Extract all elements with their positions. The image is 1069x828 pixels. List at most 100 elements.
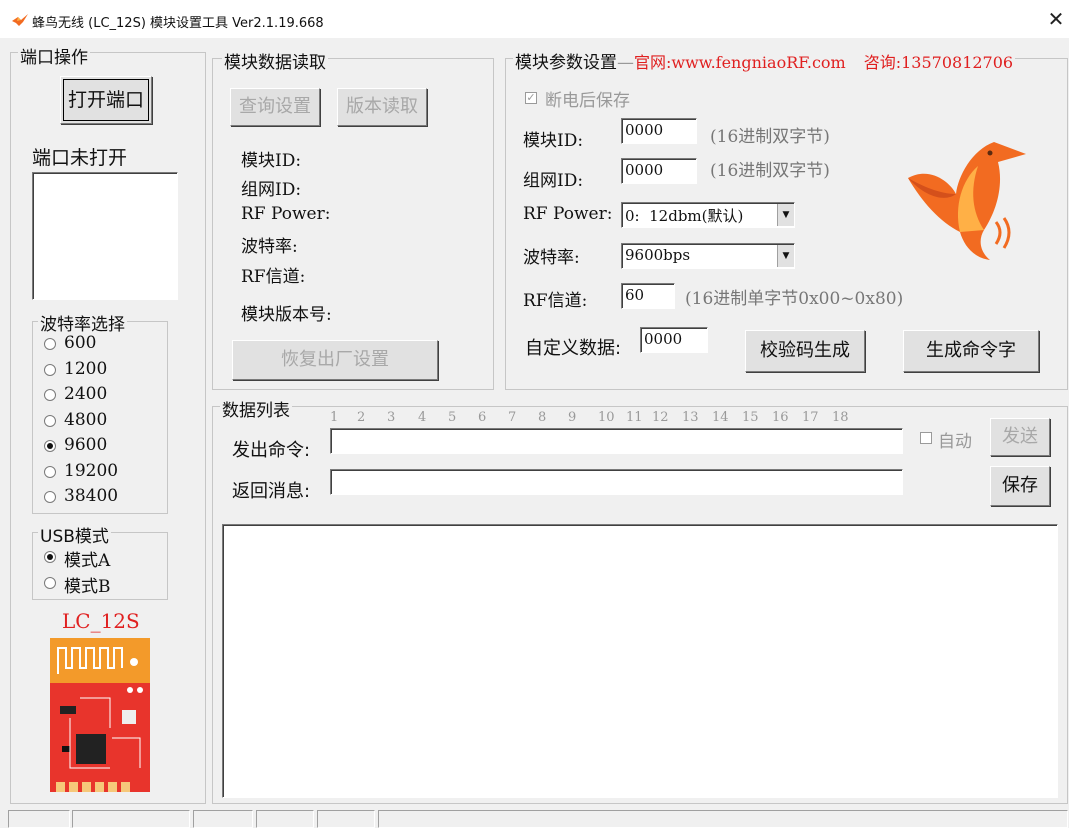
- baud-value: 9600bps: [625, 246, 691, 264]
- baud-radio-9600[interactable]: [44, 440, 56, 452]
- read-version-label: 模块版本号:: [241, 305, 332, 325]
- baud-option-label: 2400: [64, 384, 108, 404]
- data-log-area[interactable]: [222, 524, 1058, 798]
- usb-mode-label: 模式B: [64, 577, 111, 597]
- hummingbird-logo: [908, 142, 1026, 260]
- module-id-input[interactable]: 0000: [621, 118, 697, 144]
- baud-group-legend: 波特率选择: [38, 310, 127, 335]
- send-button[interactable]: 发送: [990, 418, 1050, 456]
- usb-mode-radio-0[interactable]: [44, 551, 56, 563]
- status-cell: [72, 810, 190, 828]
- rf-power-select[interactable]: 0: 12dbm(默认) ▼: [621, 202, 795, 228]
- rf-channel-label: RF信道:: [523, 291, 588, 311]
- custom-data-label: 自定义数据:: [525, 338, 622, 359]
- rf-power-label: RF Power:: [523, 204, 613, 224]
- usb-mode-label: 模式A: [64, 551, 111, 571]
- status-bar: [0, 810, 1069, 828]
- ruler-number: 1: [330, 410, 339, 425]
- close-button[interactable]: ✕: [1044, 6, 1068, 32]
- usb-mode-radio-1[interactable]: [44, 577, 56, 589]
- chevron-down-icon[interactable]: ▼: [777, 245, 794, 267]
- port-list[interactable]: [32, 172, 178, 300]
- restore-factory-button[interactable]: 恢复出厂设置: [232, 340, 438, 380]
- rf-channel-input[interactable]: 60: [621, 283, 675, 309]
- website-link: 官网:www.fengniaoRF.com: [634, 53, 846, 72]
- auto-send-label: 自动: [938, 432, 972, 452]
- ruler-number: 9: [568, 410, 577, 425]
- module-id-hint: (16进制双字节): [710, 127, 830, 147]
- baud-radio-19200[interactable]: [44, 465, 56, 478]
- module-pcb-image: [50, 638, 150, 792]
- baud-radio-4800[interactable]: [44, 414, 56, 427]
- open-port-button[interactable]: 打开端口: [60, 76, 152, 124]
- ruler-number: 15: [742, 410, 759, 425]
- baud-option-label: 4800: [64, 409, 108, 430]
- ruler-number: 17: [802, 410, 819, 425]
- ruler-number: 6: [478, 410, 487, 425]
- hummingbird-icon: [12, 14, 28, 26]
- ruler-number: 12: [652, 410, 669, 425]
- baud-option-label: 19200: [64, 460, 119, 481]
- read-rf-power-label: RF Power:: [241, 204, 331, 224]
- return-message-input[interactable]: [330, 469, 903, 495]
- baud-option-label: 1200: [64, 358, 108, 379]
- status-cell: [378, 810, 1068, 828]
- module-id-label: 模块ID:: [523, 131, 584, 151]
- return-message-label: 返回消息:: [232, 481, 311, 502]
- network-id-label: 组网ID:: [523, 171, 584, 191]
- status-cell: [317, 810, 375, 828]
- param-group-legend: 模块参数设置: [515, 53, 617, 73]
- query-settings-button[interactable]: 查询设置: [230, 88, 320, 126]
- status-cell: [256, 810, 314, 828]
- ruler-number: 5: [448, 410, 457, 425]
- read-baud-label: 波特率:: [241, 237, 298, 257]
- read-group-legend: 模块数据读取: [222, 48, 328, 73]
- ruler-number: 16: [772, 410, 789, 425]
- baud-option-label: 38400: [64, 486, 119, 506]
- module-label: LC_12S: [62, 609, 140, 633]
- read-version-button[interactable]: 版本读取: [337, 88, 427, 126]
- baud-radio-600[interactable]: [44, 338, 56, 350]
- ruler-number: 14: [712, 410, 729, 425]
- generate-command-button[interactable]: 生成命令字: [903, 330, 1039, 372]
- ruler-number: 7: [508, 410, 517, 425]
- ruler-number: 2: [357, 410, 366, 425]
- ruler-number: 18: [832, 410, 849, 425]
- ruler-number: 4: [418, 410, 427, 425]
- data-group-legend: 数据列表: [220, 396, 292, 421]
- network-id-input[interactable]: 0000: [621, 158, 697, 184]
- network-id-hint: (16进制双字节): [710, 161, 830, 181]
- ruler-number: 11: [626, 410, 643, 425]
- baud-option-label: 600: [64, 333, 97, 353]
- baud-select[interactable]: 9600bps ▼: [621, 243, 795, 269]
- read-module-id-label: 模块ID:: [241, 151, 302, 171]
- auto-send-checkbox[interactable]: [920, 432, 932, 444]
- ruler-number: 3: [387, 410, 396, 425]
- save-on-power-off-label: 断电后保存: [545, 91, 630, 111]
- port-group-legend: 端口操作: [18, 43, 90, 68]
- read-network-id-label: 组网ID:: [241, 180, 302, 200]
- title-bar: 蜂鸟无线 (LC_12S) 模块设置工具 Ver2.1.19.668 ✕: [0, 0, 1069, 38]
- baud-radio-2400[interactable]: [44, 389, 56, 401]
- port-status-label: 端口未打开: [32, 147, 128, 169]
- baud-label: 波特率:: [523, 248, 580, 268]
- chevron-down-icon[interactable]: ▼: [777, 204, 794, 226]
- status-cell: [8, 810, 70, 828]
- contact-info: 咨询:13570812706: [863, 53, 1014, 72]
- baud-radio-1200[interactable]: [44, 363, 56, 376]
- save-on-power-off-checkbox[interactable]: ✓: [525, 92, 537, 104]
- checksum-generate-button[interactable]: 校验码生成: [745, 330, 865, 372]
- send-command-label: 发出命令:: [232, 440, 311, 461]
- save-button[interactable]: 保存: [990, 466, 1050, 506]
- status-cell: [193, 810, 253, 828]
- param-group-legend-wrap: 模块参数设置—官网:www.fengniaoRF.com 咨询:135708127…: [513, 48, 1016, 73]
- ruler-number: 13: [682, 410, 699, 425]
- usb-group-legend: USB模式: [38, 522, 111, 547]
- ruler-number: 8: [538, 410, 547, 425]
- send-command-input[interactable]: [330, 428, 903, 454]
- baud-radio-38400[interactable]: [44, 491, 56, 503]
- rf-channel-hint: (16进制单字节0x00~0x80): [685, 289, 904, 309]
- read-rf-channel-label: RF信道:: [241, 267, 306, 287]
- ruler-number: 10: [598, 410, 615, 425]
- custom-data-input[interactable]: 0000: [640, 327, 708, 353]
